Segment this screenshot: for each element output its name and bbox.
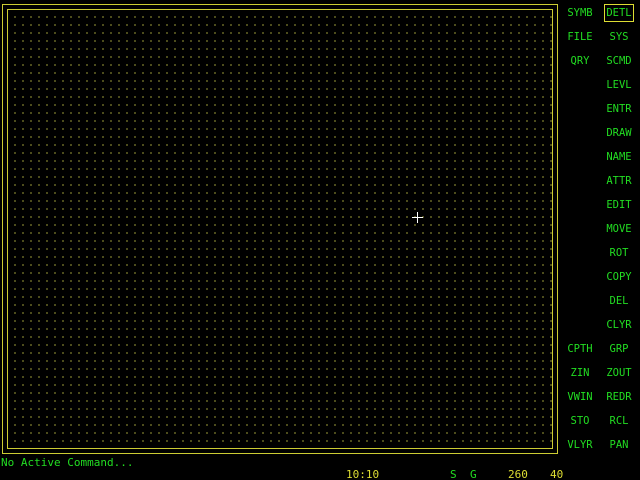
menu-button-rot[interactable]: ROT (604, 244, 634, 262)
menu-button-zout[interactable]: ZOUT (604, 364, 634, 382)
menu-button-symb[interactable]: SYMB (565, 4, 595, 22)
menu-button-sto[interactable]: STO (565, 412, 595, 430)
menu-button-sys[interactable]: SYS (604, 28, 634, 46)
menu-button-edit[interactable]: EDIT (604, 196, 634, 214)
menu-button-zin[interactable]: ZIN (565, 364, 595, 382)
menu-button-cpth[interactable]: CPTH (565, 340, 595, 358)
menu-button-del[interactable]: DEL (604, 292, 634, 310)
drawing-canvas[interactable] (7, 9, 553, 449)
menu-button-vlyr[interactable]: VLYR (565, 436, 595, 454)
grid-indicator[interactable]: G (470, 468, 477, 480)
snap-indicator[interactable]: S (450, 468, 457, 480)
menu-button-detl[interactable]: DETL (604, 4, 634, 22)
menu-button-entr[interactable]: ENTR (604, 100, 634, 118)
menu-button-redr[interactable]: REDR (604, 388, 634, 406)
menu-button-qry[interactable]: QRY (565, 52, 595, 70)
menu-button-move[interactable]: MOVE (604, 220, 634, 238)
coordinate-x-readout: 260 (508, 468, 528, 480)
command-prompt: No Active Command... (1, 456, 134, 469)
menu-button-scmd[interactable]: SCMD (604, 52, 634, 70)
menu-button-rcl[interactable]: RCL (604, 412, 634, 430)
coordinate-y-readout: 40 (550, 468, 564, 480)
menu-button-draw[interactable]: DRAW (604, 124, 634, 142)
crosshair-cursor-icon (412, 212, 423, 223)
menu-button-vwin[interactable]: VWIN (565, 388, 595, 406)
menu-button-file[interactable]: FILE (565, 28, 595, 46)
menu-button-attr[interactable]: ATTR (604, 172, 634, 190)
clock-readout: 10:10 (346, 468, 380, 480)
drawing-area-frame (2, 4, 558, 454)
menu-button-clyr[interactable]: CLYR (604, 316, 634, 334)
menu-button-copy[interactable]: COPY (604, 268, 634, 286)
menu-button-levl[interactable]: LEVL (604, 76, 634, 94)
menu-button-name[interactable]: NAME (604, 148, 634, 166)
menu-button-pan[interactable]: PAN (604, 436, 634, 454)
menu-button-grp[interactable]: GRP (604, 340, 634, 358)
